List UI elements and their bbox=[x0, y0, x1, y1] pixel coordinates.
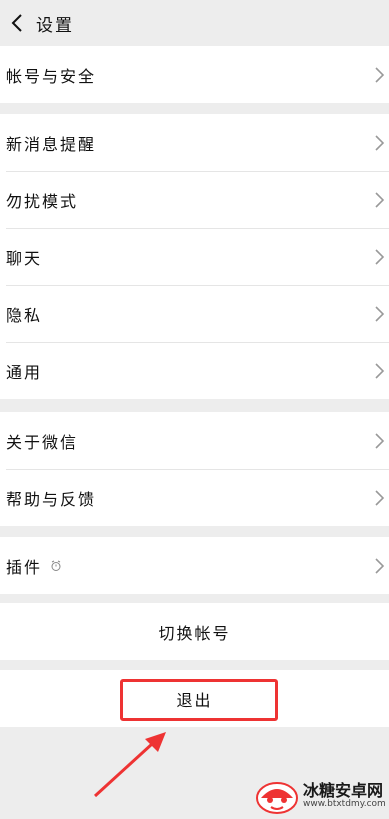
chevron-right-icon bbox=[375, 557, 385, 574]
group-account: 帐号与安全 bbox=[0, 46, 389, 103]
menu-item-label: 隐私 bbox=[6, 305, 43, 325]
chevron-right-icon bbox=[375, 305, 385, 322]
menu-item-label: 帐号与安全 bbox=[6, 66, 97, 86]
menu-item-label: 勿扰模式 bbox=[6, 191, 79, 211]
chevron-right-icon bbox=[375, 248, 385, 265]
switch-account-label: 切换帐号 bbox=[158, 623, 231, 643]
watermark-logo-icon bbox=[256, 782, 298, 814]
chevron-right-icon bbox=[375, 362, 385, 379]
menu-item-privacy[interactable]: 隐私 bbox=[0, 285, 389, 342]
menu-item-about[interactable]: 关于微信 bbox=[0, 412, 389, 469]
menu-item-general[interactable]: 通用 bbox=[0, 342, 389, 399]
menu-item-label: 插件 bbox=[6, 557, 43, 577]
menu-item-new-message[interactable]: 新消息提醒 bbox=[0, 114, 389, 171]
menu-item-label: 聊天 bbox=[6, 248, 43, 268]
watermark-name: 冰糖安卓网 bbox=[303, 781, 384, 801]
chevron-right-icon bbox=[375, 489, 385, 506]
menu-item-label: 新消息提醒 bbox=[6, 134, 97, 154]
chevron-right-icon bbox=[375, 191, 385, 208]
group-about: 关于微信 帮助与反馈 bbox=[0, 412, 389, 526]
chevron-right-icon bbox=[375, 134, 385, 151]
plugin-icon bbox=[51, 560, 61, 571]
group-preferences: 新消息提醒 勿扰模式 聊天 隐私 通用 bbox=[0, 114, 389, 399]
group-plugins: 插件 bbox=[0, 537, 389, 594]
arrow-annotation bbox=[93, 732, 166, 798]
menu-item-help[interactable]: 帮助与反馈 bbox=[0, 469, 389, 526]
logout-button[interactable]: 退出 bbox=[0, 670, 389, 727]
logout-label: 退出 bbox=[176, 690, 213, 710]
chevron-right-icon bbox=[375, 66, 385, 83]
back-icon[interactable] bbox=[2, 0, 32, 46]
menu-item-label: 关于微信 bbox=[6, 432, 79, 452]
menu-item-plugins[interactable]: 插件 bbox=[0, 537, 389, 594]
chevron-right-icon bbox=[375, 432, 385, 449]
watermark: 冰糖安卓网 www.btxtdmy.com bbox=[255, 773, 389, 819]
watermark-url: www.btxtdmy.com bbox=[303, 798, 386, 809]
header-bar: 设置 bbox=[0, 0, 389, 46]
switch-account-button[interactable]: 切换帐号 bbox=[0, 603, 389, 660]
menu-item-account-security[interactable]: 帐号与安全 bbox=[0, 46, 389, 103]
menu-item-chat[interactable]: 聊天 bbox=[0, 228, 389, 285]
menu-item-dnd[interactable]: 勿扰模式 bbox=[0, 171, 389, 228]
menu-item-label: 帮助与反馈 bbox=[6, 489, 97, 509]
menu-item-label: 通用 bbox=[6, 362, 43, 382]
page-title: 设置 bbox=[36, 15, 74, 36]
